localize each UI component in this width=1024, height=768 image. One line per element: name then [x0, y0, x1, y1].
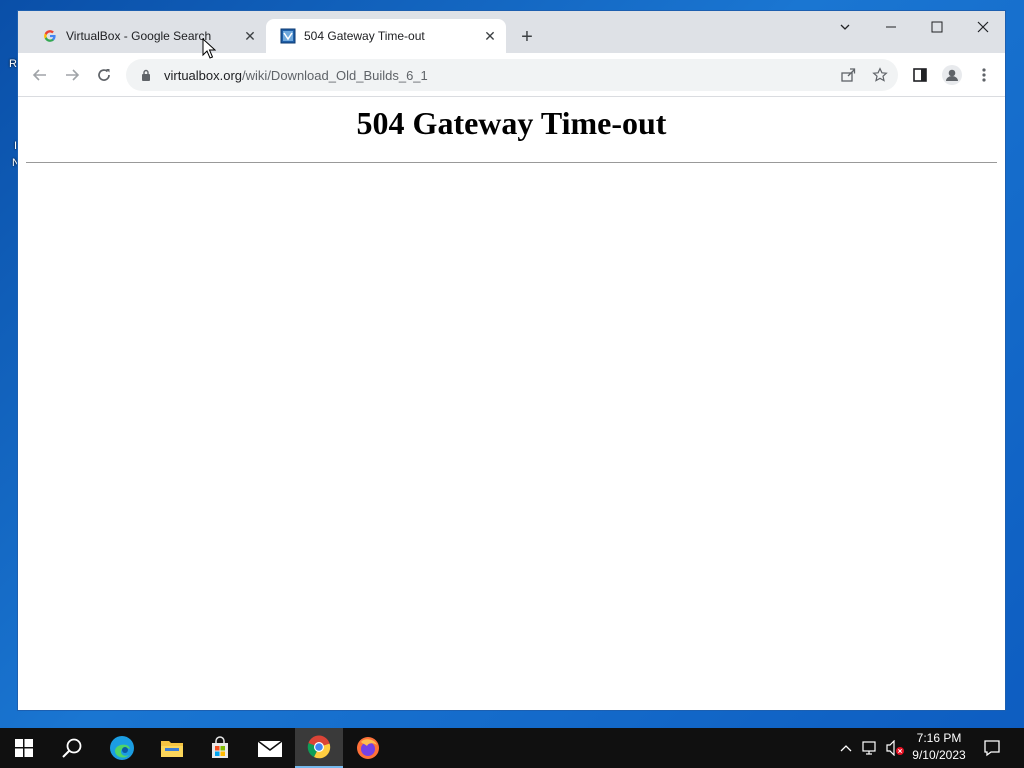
firefox-icon [357, 737, 379, 759]
page-title: 504 Gateway Time-out [356, 105, 667, 141]
folder-icon [161, 741, 183, 757]
edge-icon [110, 736, 134, 760]
close-window-button[interactable] [960, 13, 1005, 41]
search-button[interactable] [48, 728, 96, 768]
lock-icon[interactable] [138, 67, 154, 83]
forward-arrow-icon [66, 69, 80, 81]
url-path: /wiki/Download_Old_Builds_6_1 [242, 67, 428, 83]
bookmark-button[interactable] [866, 61, 894, 89]
address-bar[interactable]: virtualbox.org/wiki/Download_Old_Builds_… [126, 59, 898, 91]
tab-google-search[interactable]: VirtualBox - Google Search ✕ [28, 19, 266, 53]
minimize-button[interactable] [868, 13, 914, 41]
edge-taskbar-button[interactable] [98, 728, 146, 768]
start-button[interactable] [0, 728, 48, 768]
maximize-button[interactable] [914, 13, 960, 41]
browser-window: VirtualBox - Google Search ✕ 504 Gateway… [17, 10, 1006, 711]
firefox-taskbar-button[interactable] [344, 728, 392, 768]
taskbar: 7:16 PM 9/10/2023 [0, 728, 1024, 768]
tab-gateway-timeout[interactable]: 504 Gateway Time-out ✕ [266, 19, 506, 53]
google-g-icon [42, 28, 58, 44]
back-arrow-icon [32, 69, 46, 81]
file-explorer-button[interactable] [148, 728, 196, 768]
store-bag-icon [212, 736, 228, 758]
clock-date: 9/10/2023 [912, 748, 966, 762]
system-clock[interactable]: 7:16 PM 9/10/2023 [906, 730, 972, 766]
mail-button[interactable] [246, 728, 294, 768]
browser-toolbar: virtualbox.org/wiki/Download_Old_Builds_… [18, 53, 1005, 97]
chrome-icon [307, 735, 331, 759]
chevron-up-icon [840, 745, 852, 752]
url-text[interactable]: virtualbox.org/wiki/Download_Old_Builds_… [164, 68, 428, 83]
url-host: virtualbox.org [164, 67, 243, 83]
new-tab-button[interactable]: + [516, 26, 538, 48]
volume-tray-icon[interactable] [884, 728, 906, 768]
desktop-background: R I N [0, 0, 20, 728]
notification-icon [984, 740, 1000, 757]
store-button[interactable] [196, 728, 244, 768]
share-icon [841, 68, 856, 82]
network-icon [862, 741, 876, 755]
volume-muted-icon [886, 740, 904, 756]
avatar-icon [942, 65, 962, 85]
mail-icon [257, 740, 283, 757]
page-content: 504 Gateway Time-out [18, 97, 1005, 710]
mouse-cursor-icon [202, 38, 216, 59]
share-button[interactable] [834, 61, 862, 89]
close-icon[interactable]: ✕ [480, 26, 500, 46]
more-vertical-icon [982, 68, 986, 82]
back-button[interactable] [26, 61, 54, 89]
divider [26, 162, 997, 163]
profile-button[interactable] [938, 61, 966, 89]
clock-time: 7:16 PM [916, 731, 962, 745]
desktop-icon-label[interactable]: R [9, 58, 17, 70]
tab-strip: VirtualBox - Google Search ✕ 504 Gateway… [18, 11, 1005, 53]
reload-button[interactable] [90, 61, 118, 89]
virtualbox-icon [280, 28, 296, 44]
side-panel-button[interactable] [906, 61, 934, 89]
search-icon [62, 738, 82, 758]
show-hidden-icons-button[interactable] [836, 728, 856, 768]
star-icon [872, 67, 888, 82]
menu-button[interactable] [970, 61, 998, 89]
windows-logo-icon [15, 739, 33, 757]
notifications-button[interactable] [978, 728, 1006, 768]
reload-icon [98, 69, 110, 81]
close-icon[interactable]: ✕ [240, 26, 260, 46]
forward-button[interactable] [58, 61, 86, 89]
network-tray-icon[interactable] [860, 728, 882, 768]
tab-search-button[interactable] [822, 13, 868, 41]
tab-title: 504 Gateway Time-out [304, 29, 425, 43]
side-panel-icon [913, 68, 927, 82]
chrome-taskbar-button[interactable] [295, 728, 343, 768]
